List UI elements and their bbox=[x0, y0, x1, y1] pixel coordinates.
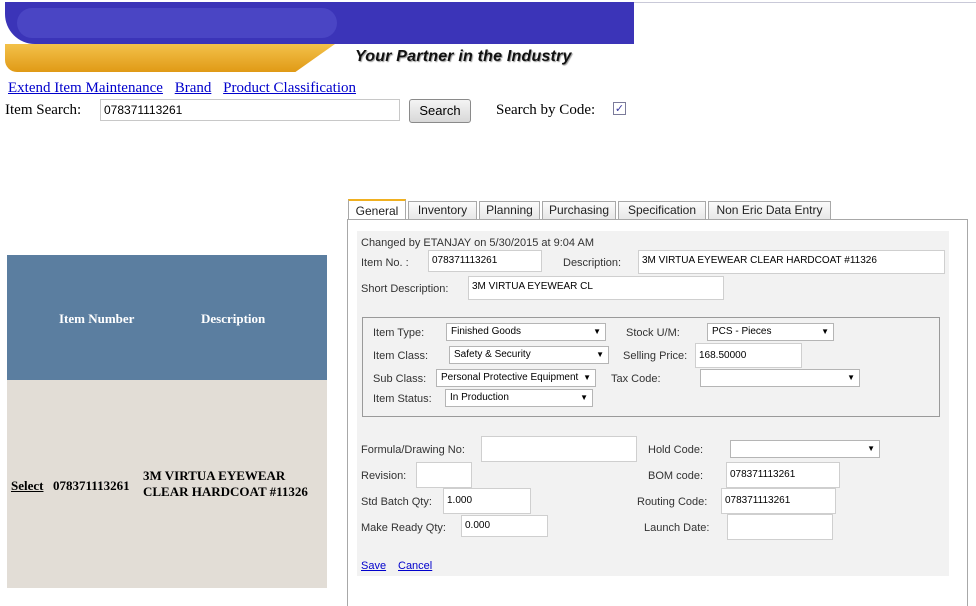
item-status-label: Item Status: bbox=[373, 393, 432, 405]
item-class-label: Item Class: bbox=[373, 350, 429, 362]
revision-label: Revision: bbox=[361, 470, 407, 482]
table-row: Select 078371113261 3M VIRTUA EYEWEAR CL… bbox=[7, 380, 327, 588]
header-description: Description bbox=[201, 311, 266, 326]
search-by-code-label: Search by Code: bbox=[496, 102, 596, 118]
chevron-down-icon: ▼ bbox=[867, 444, 875, 453]
revision-field[interactable] bbox=[416, 462, 472, 488]
stock-um-label: Stock U/M: bbox=[626, 327, 680, 339]
item-type-value: Finished Goods bbox=[451, 326, 522, 337]
tab-specification[interactable]: Specification bbox=[618, 201, 706, 220]
item-type-label: Item Type: bbox=[373, 327, 425, 339]
item-status-value: In Production bbox=[450, 392, 509, 403]
std-batch-qty-field[interactable]: 1.000 bbox=[443, 488, 531, 514]
hold-code-select[interactable]: ▼ bbox=[730, 440, 880, 458]
tab-planning[interactable]: Planning bbox=[479, 201, 540, 220]
banner-gold-band bbox=[5, 44, 335, 72]
chevron-down-icon: ▼ bbox=[847, 373, 855, 382]
stock-um-value: PCS - Pieces bbox=[712, 326, 772, 337]
make-ready-qty-label: Make Ready Qty: bbox=[361, 522, 446, 534]
item-no-field[interactable]: 078371113261 bbox=[428, 250, 542, 272]
header-item-number: Item Number bbox=[59, 311, 135, 326]
bom-code-field[interactable]: 078371113261 bbox=[726, 462, 840, 488]
tab-inventory[interactable]: Inventory bbox=[408, 201, 477, 220]
launch-date-label: Launch Date: bbox=[644, 522, 710, 534]
row-item-number: 078371113261 bbox=[53, 478, 130, 493]
link-extend-item-maintenance[interactable]: Extend Item Maintenance bbox=[8, 80, 163, 96]
row-description: 3M VIRTUA EYEWEAR CLEAR HARDCOAT #11326 bbox=[143, 468, 308, 499]
chevron-down-icon: ▼ bbox=[580, 393, 588, 402]
nav-links: Extend Item Maintenance Brand Product Cl… bbox=[8, 80, 364, 97]
tab-general[interactable]: General bbox=[348, 199, 406, 221]
sub-class-select[interactable]: Personal Protective Equipment ▼ bbox=[436, 369, 596, 387]
description-label: Description: bbox=[563, 257, 622, 269]
item-no-label: Item No. : bbox=[361, 257, 409, 269]
item-class-value: Safety & Security bbox=[454, 349, 531, 360]
search-by-code-checkbox[interactable]: ✓ bbox=[613, 102, 626, 115]
top-divider bbox=[634, 2, 976, 3]
description-field[interactable]: 3M VIRTUA EYEWEAR CLEAR HARDCOAT #11326 bbox=[638, 250, 945, 274]
routing-code-field[interactable]: 078371113261 bbox=[721, 488, 836, 514]
stock-um-select[interactable]: PCS - Pieces ▼ bbox=[707, 323, 834, 341]
routing-code-label: Routing Code: bbox=[637, 496, 708, 508]
sub-class-value: Personal Protective Equipment bbox=[441, 372, 579, 383]
tab-panel-general: Changed by ETANJAY on 5/30/2015 at 9:04 … bbox=[347, 219, 968, 606]
selling-price-label: Selling Price: bbox=[623, 350, 688, 362]
chevron-down-icon: ▼ bbox=[583, 373, 591, 382]
results-grid: Item Number Description Select 078371113… bbox=[7, 255, 327, 588]
link-product-classification[interactable]: Product Classification bbox=[223, 80, 356, 96]
cancel-link[interactable]: Cancel bbox=[398, 560, 432, 572]
banner-blue-band bbox=[5, 2, 634, 44]
formula-drawing-label: Formula/Drawing No: bbox=[361, 444, 465, 456]
item-status-select[interactable]: In Production ▼ bbox=[445, 389, 593, 407]
bom-code-label: BOM code: bbox=[648, 470, 704, 482]
select-link[interactable]: Select bbox=[11, 478, 43, 494]
tab-non-eric-data-entry[interactable]: Non Eric Data Entry bbox=[708, 201, 831, 220]
banner-tagline: Your Partner in the Industry bbox=[355, 48, 572, 65]
general-form: Changed by ETANJAY on 5/30/2015 at 9:04 … bbox=[357, 231, 949, 576]
item-search-label: Item Search: bbox=[5, 102, 82, 118]
formula-drawing-field[interactable] bbox=[481, 436, 637, 462]
std-batch-qty-label: Std Batch Qty: bbox=[361, 496, 432, 508]
chevron-down-icon: ▼ bbox=[596, 350, 604, 359]
save-link[interactable]: Save bbox=[361, 560, 386, 572]
chevron-down-icon: ▼ bbox=[593, 327, 601, 336]
sub-class-label: Sub Class: bbox=[373, 373, 427, 385]
make-ready-qty-field[interactable]: 0.000 bbox=[461, 515, 548, 537]
item-type-select[interactable]: Finished Goods ▼ bbox=[446, 323, 606, 341]
short-description-label: Short Description: bbox=[361, 283, 449, 295]
hold-code-label: Hold Code: bbox=[648, 444, 704, 456]
item-search-input[interactable]: 078371113261 bbox=[100, 99, 400, 121]
tax-code-label: Tax Code: bbox=[611, 373, 661, 385]
chevron-down-icon: ▼ bbox=[821, 327, 829, 336]
short-description-field[interactable]: 3M VIRTUA EYEWEAR CL bbox=[468, 276, 724, 300]
selling-price-field[interactable]: 168.50000 bbox=[695, 343, 802, 368]
header-banner: Your Partner in the Industry bbox=[5, 0, 634, 76]
link-brand[interactable]: Brand bbox=[175, 80, 212, 96]
search-button[interactable]: Search bbox=[409, 99, 471, 123]
changed-by-text: Changed by ETANJAY on 5/30/2015 at 9:04 … bbox=[361, 237, 594, 249]
launch-date-field[interactable] bbox=[727, 514, 833, 540]
tax-code-select[interactable]: ▼ bbox=[700, 369, 860, 387]
grid-header: Item Number Description bbox=[7, 255, 327, 380]
tab-purchasing[interactable]: Purchasing bbox=[542, 201, 616, 220]
item-class-select[interactable]: Safety & Security ▼ bbox=[449, 346, 609, 364]
